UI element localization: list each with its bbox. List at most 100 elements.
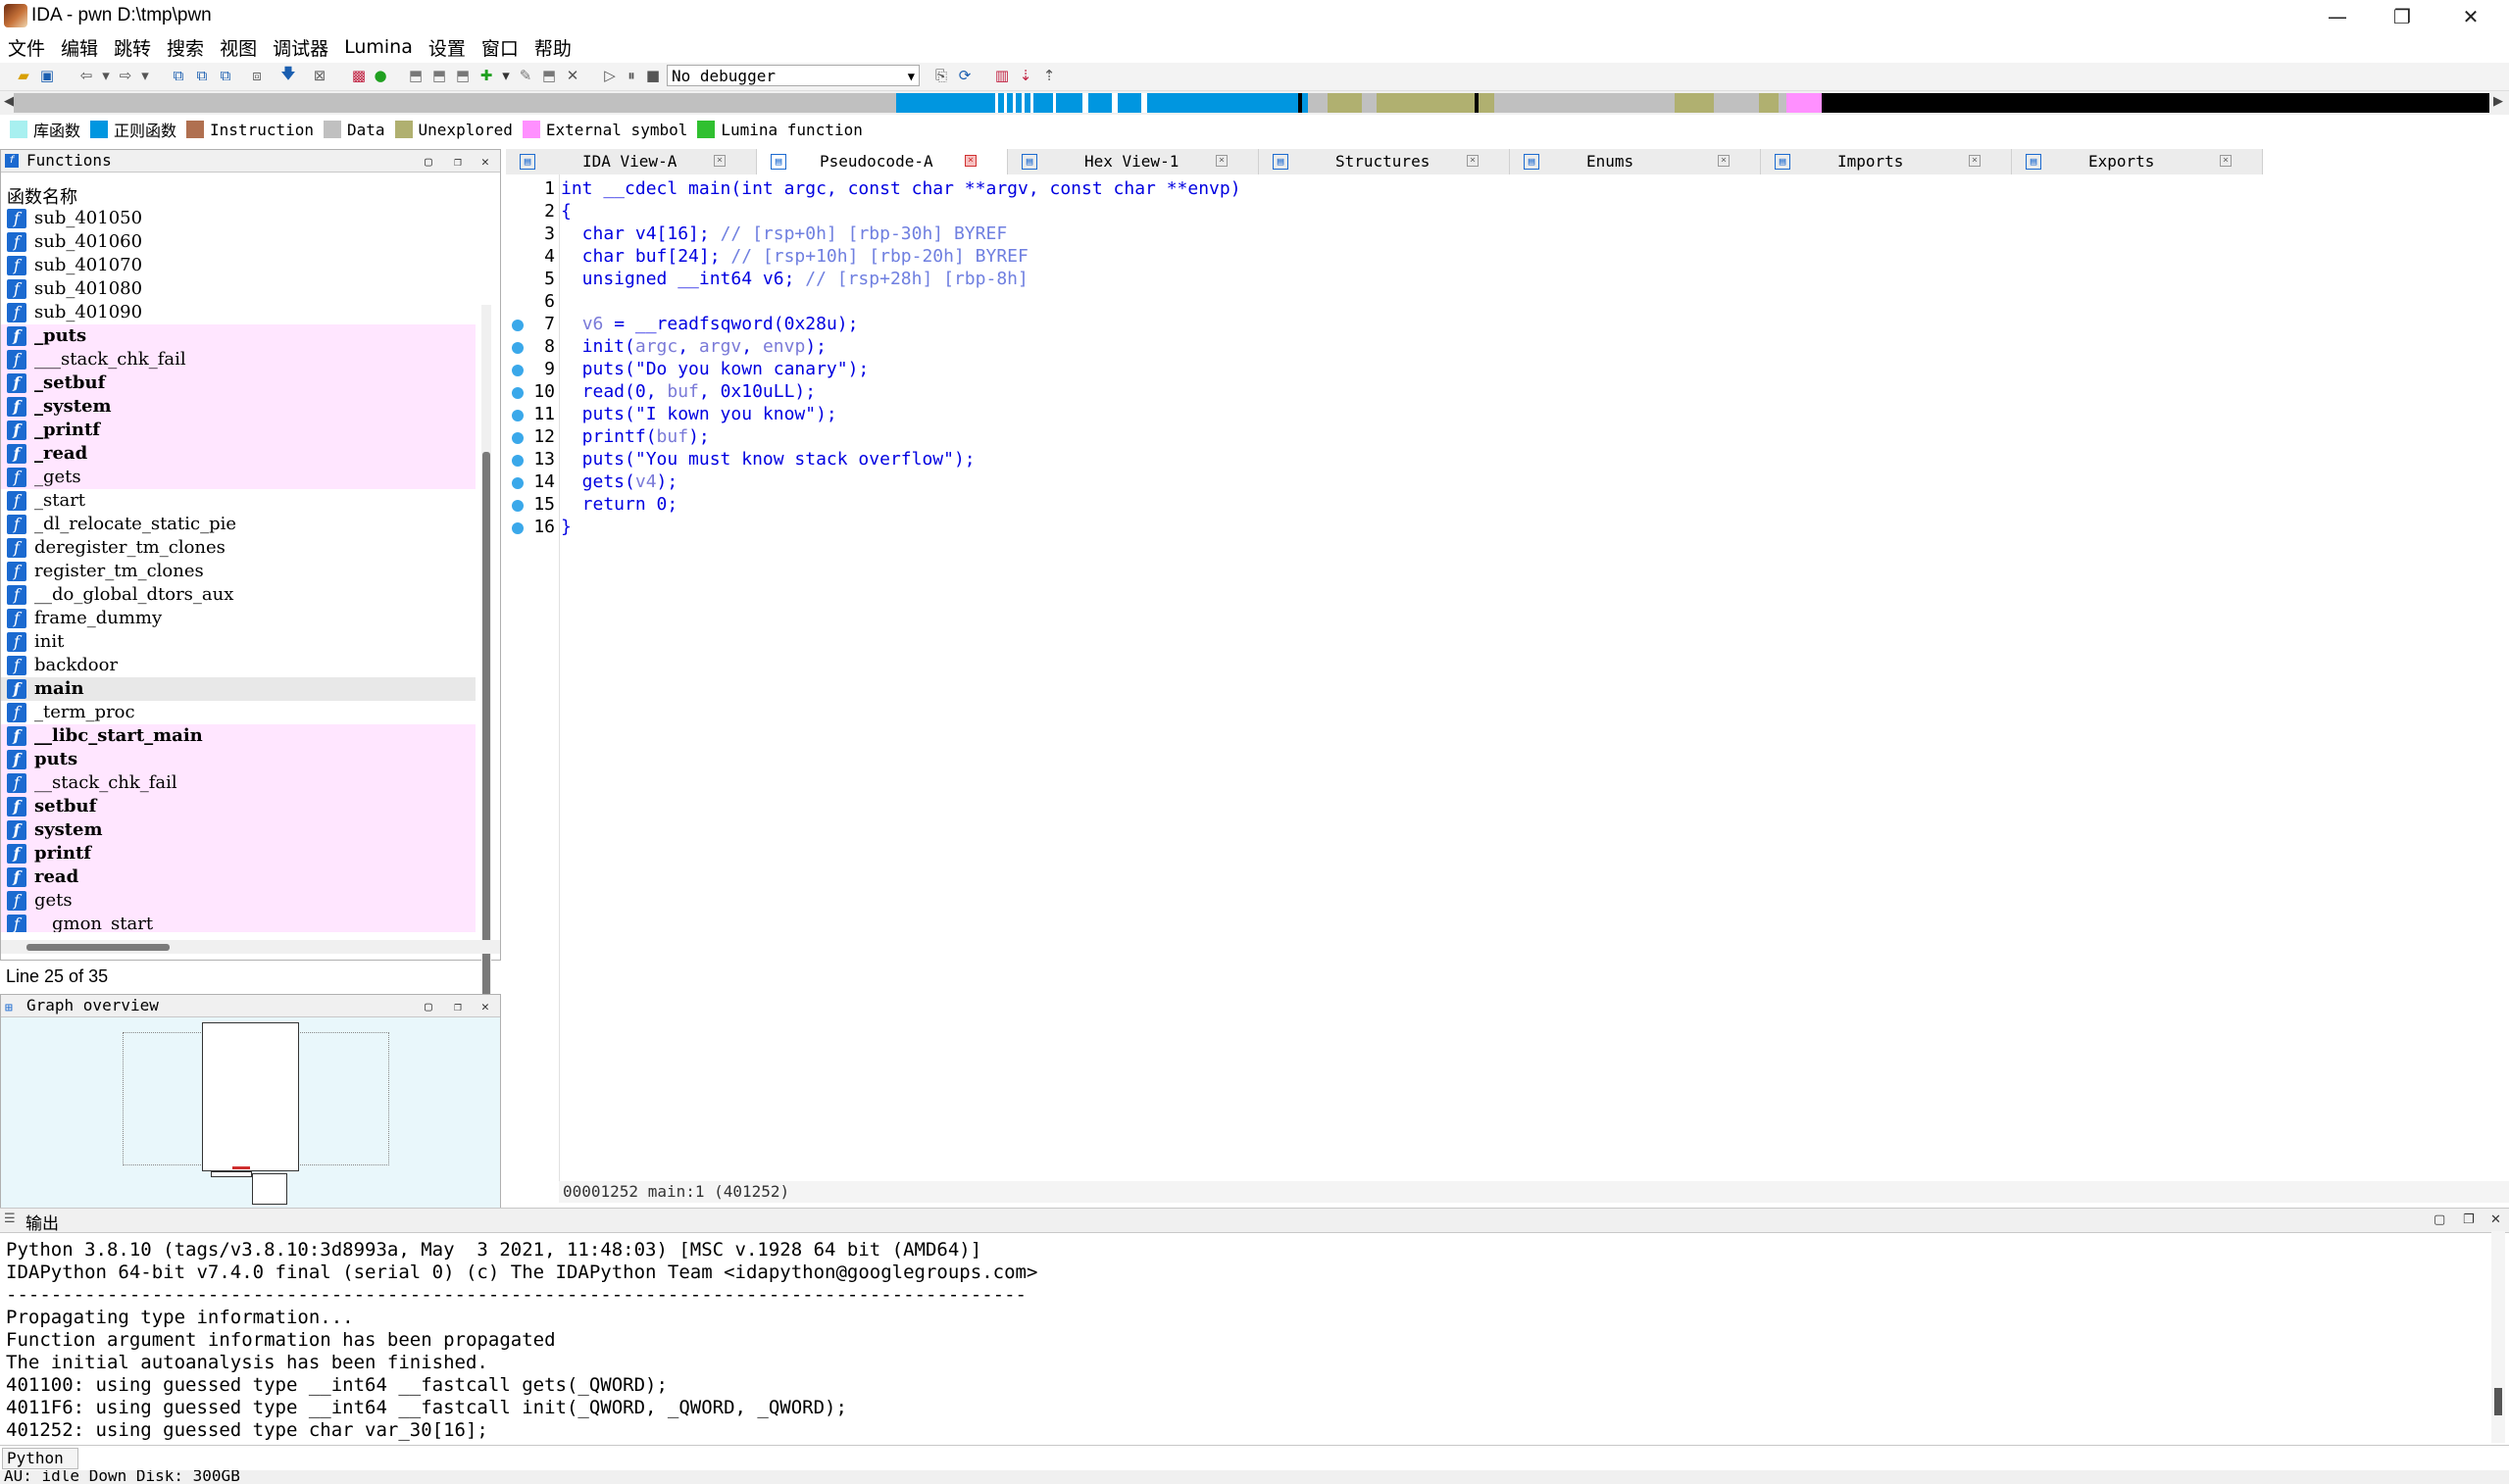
menu-item[interactable]: 跳转 (106, 34, 159, 61)
menu-item[interactable]: Lumina (336, 36, 421, 58)
menu-item[interactable]: 设置 (421, 34, 474, 61)
function-list-item[interactable]: f _start (1, 489, 476, 513)
code-line[interactable]: v6 = __readfsqword(0x28u); (561, 314, 859, 334)
code-line[interactable]: gets(v4); (561, 471, 678, 492)
panel-restore-icon[interactable]: ❐ (454, 997, 462, 1018)
make-string-icon[interactable]: ⬒ (453, 66, 473, 85)
code-line[interactable]: char v4[16]; // [rsp+0h] [rbp-30h] BYREF (561, 223, 1008, 244)
tab-close-icon[interactable]: × (1216, 155, 1228, 167)
function-list-item[interactable]: f printf (1, 842, 476, 866)
make-code-icon[interactable]: ⬒ (406, 66, 426, 85)
function-list-item[interactable]: f __gmon_start__ (1, 913, 476, 932)
hscrollbar-thumb[interactable] (26, 944, 170, 951)
tab-hex-view-1[interactable]: ▤ Hex View-1 × (1008, 149, 1259, 174)
code-line[interactable]: } (561, 517, 572, 537)
menu-item[interactable]: 调试器 (265, 34, 336, 61)
minimize-button[interactable]: — (2308, 0, 2367, 32)
code-line[interactable]: puts("Do you kown canary"); (561, 359, 870, 379)
tab-close-icon[interactable]: × (1467, 155, 1479, 167)
undefine-icon[interactable]: ⬒ (539, 66, 559, 85)
lumina-push-icon[interactable]: ⇡ (1039, 66, 1059, 85)
function-list-item[interactable]: f main (1, 677, 476, 701)
function-list-item[interactable]: f gets (1, 889, 476, 913)
code-line[interactable]: puts("I kown you know"); (561, 404, 837, 424)
menu-item[interactable]: 搜索 (159, 34, 212, 61)
code-line[interactable]: unsigned __int64 v6; // [rsp+28h] [rbp-8… (561, 269, 1029, 289)
function-list-item[interactable]: f _read (1, 442, 476, 466)
search-next-icon[interactable]: ⧈ (247, 66, 267, 85)
function-list-hscrollbar[interactable] (1, 940, 500, 954)
search-imm-icon[interactable]: ⧉ (216, 66, 235, 85)
function-list-item[interactable]: f _gets (1, 466, 476, 489)
pause-debug-icon[interactable]: ⏸ (622, 66, 641, 85)
function-list-item[interactable]: f ___stack_chk_fail (1, 348, 476, 371)
function-list-item[interactable]: f init (1, 630, 476, 654)
restore-button[interactable]: ❐ (2373, 0, 2432, 32)
search-text-icon[interactable]: ⧉ (169, 66, 188, 85)
panel-close-icon[interactable]: ✕ (2490, 1212, 2501, 1227)
function-list-item[interactable]: f sub_401090 (1, 301, 476, 324)
function-list-item[interactable]: f sub_401060 (1, 230, 476, 254)
code-line[interactable]: init(argc, argv, envp); (561, 336, 827, 357)
function-list-item[interactable]: f register_tm_clones (1, 560, 476, 583)
function-list-item[interactable]: f sub_401070 (1, 254, 476, 277)
command-input[interactable] (78, 1448, 2500, 1467)
panel-float-icon[interactable]: ▢ (2434, 1212, 2445, 1227)
graph-node-main[interactable] (202, 1022, 299, 1171)
panel-restore-icon[interactable]: ❐ (2463, 1212, 2475, 1227)
menu-item[interactable]: 编辑 (53, 34, 106, 61)
graph-node-exit[interactable] (252, 1173, 287, 1205)
nav-left-arrow-icon[interactable]: ◀ (4, 94, 14, 109)
code-line[interactable]: printf(buf); (561, 426, 710, 447)
code-icon[interactable]: ⊠ (310, 66, 329, 85)
tab-close-icon[interactable]: × (2220, 155, 2232, 167)
tab-imports[interactable]: ▤ Imports × (1761, 149, 2012, 174)
tab-close-icon[interactable]: × (714, 155, 726, 167)
code-line[interactable]: { (561, 201, 572, 222)
function-list-item[interactable]: f __libc_start_main (1, 724, 476, 748)
patch-icon[interactable]: ✎ (516, 66, 535, 85)
add-breakpoint-icon[interactable]: ✚ (477, 66, 496, 85)
function-list-item[interactable]: f system (1, 818, 476, 842)
attach-process-icon[interactable]: ⎘ (931, 66, 951, 85)
function-list-item[interactable]: f sub_401080 (1, 277, 476, 301)
back-icon[interactable]: ⇦ (76, 66, 96, 85)
nav-right-arrow-icon[interactable]: ▶ (2493, 94, 2503, 109)
function-list-item[interactable]: f deregister_tm_clones (1, 536, 476, 560)
output-scrollbar[interactable] (2491, 1231, 2505, 1443)
tab-enums[interactable]: ▤ Enums × (1510, 149, 1761, 174)
menu-item[interactable]: 视图 (212, 34, 265, 61)
code-lines[interactable]: 1 int __cdecl main(int argc, const char *… (506, 178, 2369, 727)
open-file-icon[interactable]: ▰ (14, 66, 33, 85)
output-log[interactable]: Python 3.8.10 (tags/v3.8.10:3d8993a, May… (0, 1233, 2509, 1443)
code-line[interactable]: read(0, buf, 0x10uLL); (561, 381, 816, 402)
tab-structures[interactable]: ▤ Structures × (1259, 149, 1510, 174)
tab-ida-view-a[interactable]: ▤ IDA View-A × (506, 149, 757, 174)
function-list-item[interactable]: f setbuf (1, 795, 476, 818)
panel-close-icon[interactable]: ✕ (481, 152, 489, 173)
start-debug-icon[interactable]: ▷ (600, 66, 620, 85)
function-list-item[interactable]: f _puts (1, 324, 476, 348)
function-list-item[interactable]: f _printf (1, 419, 476, 442)
function-list-item[interactable]: f frame_dummy (1, 607, 476, 630)
forward-icon[interactable]: ⇨ (116, 66, 135, 85)
tab-pseudocode-a[interactable]: ▤ Pseudocode-A × (757, 149, 1008, 174)
stop-debug-icon[interactable]: ■ (643, 66, 663, 85)
run-script-icon[interactable]: ● (371, 66, 390, 85)
menu-item[interactable]: 文件 (0, 34, 53, 61)
function-list-item[interactable]: f sub_401050 (1, 207, 476, 230)
scrollbar-thumb[interactable] (482, 452, 490, 1060)
function-list-item[interactable]: f __stack_chk_fail (1, 771, 476, 795)
cli-language-button[interactable]: Python (2, 1448, 78, 1469)
view-layout-icon[interactable]: ▥ (992, 66, 1012, 85)
jump-down-icon[interactable]: 🡇 (278, 65, 298, 85)
code-line[interactable]: return 0; (561, 494, 678, 515)
tab-close-icon[interactable]: × (1969, 155, 1981, 167)
graph-icon[interactable]: ▩ (349, 66, 369, 85)
close-button[interactable]: ✕ (2441, 0, 2500, 32)
code-line[interactable]: int __cdecl main(int argc, const char **… (561, 178, 1241, 199)
make-data-icon[interactable]: ⬒ (429, 66, 449, 85)
menu-item[interactable]: 窗口 (474, 34, 527, 61)
output-scrollbar-thumb[interactable] (2494, 1388, 2502, 1415)
code-line[interactable]: char buf[24]; // [rsp+10h] [rbp-20h] BYR… (561, 246, 1029, 267)
